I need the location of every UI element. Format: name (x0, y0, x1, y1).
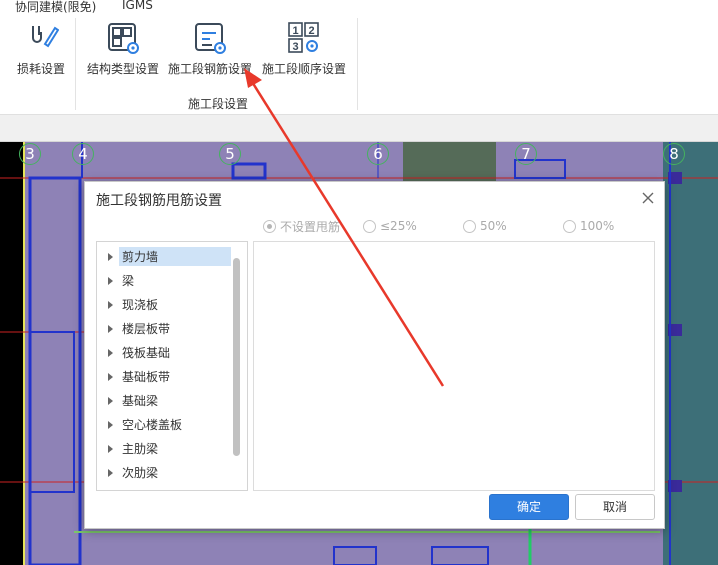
segment-order-settings-label: 施工段顺序设置 (261, 62, 346, 76)
order-digit-2: 2 (308, 25, 314, 37)
tree-scrollbar[interactable] (233, 258, 240, 456)
ribbon-separator (357, 18, 358, 110)
radio-button-icon (363, 219, 376, 233)
segment-order-settings-icon: 1 2 3 (286, 20, 322, 56)
axis-label-5: 5 (219, 143, 241, 165)
segment-rebar-settings-icon (192, 20, 228, 56)
loss-settings-icon (23, 20, 60, 56)
axis-label-8: 8 (663, 143, 685, 165)
tree-item-floor-slab-strip[interactable]: 楼层板带 (97, 318, 237, 339)
loss-settings-label: 损耗设置 (16, 62, 65, 76)
radio-no-splice[interactable]: 不设置甩筋 (263, 218, 340, 234)
tree-item-raft-foundation[interactable]: 筏板基础 (97, 342, 237, 363)
rebar-splice-settings-dialog: 施工段钢筋甩筋设置 不设置甩筋 ≤25% 50% 100% 剪力墙 梁 现浇板 (84, 181, 665, 529)
radio-button-icon (563, 219, 576, 233)
ribbon-separator (75, 18, 76, 110)
settings-content-panel (253, 241, 655, 491)
tree-item-hollow-floor-slab[interactable]: 空心楼盖板 (97, 414, 237, 435)
component-tree: 剪力墙 梁 现浇板 楼层板带 筏板基础 基础板带 基础梁 空心楼盖板 主肋梁 次… (96, 241, 248, 491)
expand-arrow-icon[interactable] (108, 324, 113, 333)
expand-arrow-icon[interactable] (108, 372, 113, 381)
radio-25-percent[interactable]: ≤25% (363, 218, 417, 234)
tree-item-beam[interactable]: 梁 (97, 270, 237, 291)
radio-button-icon (263, 219, 276, 233)
expand-arrow-icon[interactable] (108, 396, 113, 405)
tree-item-label: 基础板带 (122, 370, 171, 384)
menu-bar: 协同建模(限免) IGMS (0, 0, 718, 14)
axis-label-6: 6 (367, 143, 389, 165)
tree-item-label: 现浇板 (122, 298, 159, 312)
tree-item-label: 剪力墙 (119, 247, 231, 266)
tree-item-secondary-rib-beam[interactable]: 次肋梁 (97, 462, 237, 483)
tree-item-cast-slab[interactable]: 现浇板 (97, 294, 237, 315)
cancel-button[interactable]: 取消 (575, 494, 655, 520)
loss-settings-button[interactable]: 损耗设置 (15, 20, 67, 77)
tree-item-label: 筏板基础 (122, 346, 171, 360)
tree-item-main-rib-beam[interactable]: 主肋梁 (97, 438, 237, 459)
ribbon-group-label: 施工段设置 (188, 97, 249, 111)
radio-50-percent[interactable]: 50% (463, 218, 507, 234)
ribbon: 损耗设置 结构类型设置 施工段钢筋设置 1 2 3 施工段顺序设置 施工段设置 (0, 14, 718, 114)
close-icon[interactable] (640, 190, 656, 206)
tree-item-shear-wall[interactable]: 剪力墙 (97, 246, 237, 267)
radio-label: 不设置甩筋 (280, 219, 341, 234)
segment-order-settings-button[interactable]: 1 2 3 施工段顺序设置 (261, 20, 347, 77)
segment-rebar-settings-label: 施工段钢筋设置 (167, 62, 252, 76)
menu-item-collab-modeling[interactable]: 协同建模(限免) (15, 0, 96, 15)
menu-item-igms[interactable]: IGMS (122, 0, 153, 12)
tree-item-label: 基础梁 (122, 394, 159, 408)
tree-item-label: 主肋梁 (122, 442, 159, 456)
expand-arrow-icon[interactable] (108, 348, 113, 357)
expand-arrow-icon[interactable] (108, 252, 113, 261)
structure-type-settings-label: 结构类型设置 (86, 62, 159, 76)
toolstrip (0, 114, 718, 142)
axis-label-4: 4 (72, 143, 94, 165)
tree-item-label: 次肋梁 (122, 466, 159, 480)
radio-100-percent[interactable]: 100% (563, 218, 614, 234)
radio-button-icon (463, 219, 476, 233)
expand-arrow-icon[interactable] (108, 300, 113, 309)
expand-arrow-icon[interactable] (108, 468, 113, 477)
ok-button[interactable]: 确定 (489, 494, 569, 520)
order-digit-1: 1 (292, 25, 298, 37)
segment-rebar-settings-button[interactable]: 施工段钢筋设置 (167, 20, 253, 77)
axis-label-7: 7 (515, 143, 537, 165)
axis-label-3: 3 (19, 143, 41, 165)
expand-arrow-icon[interactable] (108, 420, 113, 429)
expand-arrow-icon[interactable] (108, 444, 113, 453)
structure-type-settings-button[interactable]: 结构类型设置 (86, 20, 160, 77)
expand-arrow-icon[interactable] (108, 276, 113, 285)
radio-label: ≤25% (380, 219, 417, 233)
tree-item-foundation-strip[interactable]: 基础板带 (97, 366, 237, 387)
radio-label: 100% (580, 219, 615, 233)
order-digit-3: 3 (292, 41, 298, 53)
tree-item-label: 梁 (122, 274, 135, 288)
tree-item-label: 空心楼盖板 (122, 418, 183, 432)
radio-label: 50% (480, 219, 507, 233)
tree-item-label: 楼层板带 (122, 322, 171, 336)
dialog-title: 施工段钢筋甩筋设置 (96, 193, 222, 209)
tree-item-foundation-beam[interactable]: 基础梁 (97, 390, 237, 411)
structure-type-settings-icon (105, 20, 141, 56)
